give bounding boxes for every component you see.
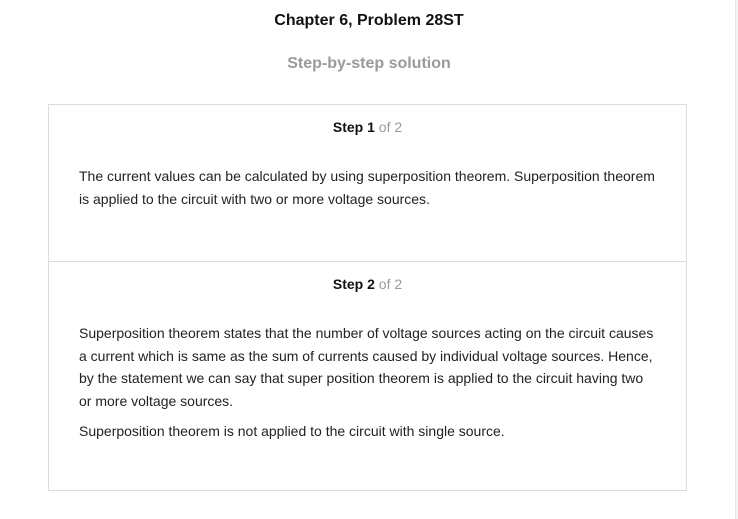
step-label: Step — [332, 276, 364, 292]
solution-panel: Step 1 of 2 The current values can be ca… — [48, 104, 687, 491]
step-section-2: Step 2 of 2 Superposition theorem states… — [49, 262, 686, 490]
step-header: Step 1 of 2 — [49, 118, 686, 136]
step-paragraph: The current values can be calculated by … — [79, 168, 655, 207]
page-title: Chapter 6, Problem 28ST — [274, 12, 464, 29]
step-paragraph: Superposition theorem is not applied to … — [79, 423, 505, 439]
step-number: 1 — [367, 119, 375, 135]
step-body: The current values can be calculated by … — [79, 165, 659, 218]
step-header: Step 2 of 2 — [49, 275, 686, 293]
step-label: Step — [332, 119, 364, 135]
step-total: of 2 — [378, 276, 403, 292]
page-subtitle: Step-by-step solution — [287, 55, 451, 72]
step-body: Superposition theorem states that the nu… — [79, 322, 659, 451]
step-number: 2 — [367, 276, 375, 292]
step-section-1: Step 1 of 2 The current values can be ca… — [49, 105, 686, 262]
step-paragraph: Superposition theorem states that the nu… — [79, 325, 654, 409]
step-total: of 2 — [378, 119, 403, 135]
